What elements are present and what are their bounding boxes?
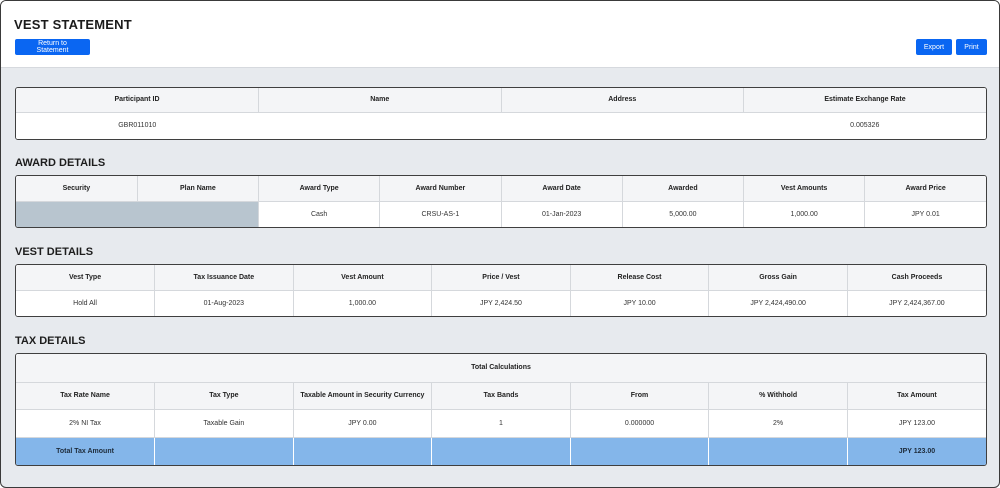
- cash-proceeds-cell: JPY 2,424,367.00: [847, 290, 986, 316]
- award-number-cell: CRSU-AS-1: [379, 201, 502, 227]
- column-header: Vest Amount: [293, 265, 433, 290]
- total-empty-cell: [293, 437, 433, 465]
- tax-details-card: Total Calculations Tax Rate Name Tax Typ…: [15, 353, 987, 466]
- print-button[interactable]: Print: [956, 39, 987, 55]
- column-header: Plan Name: [137, 176, 260, 201]
- table-row: GBR011010 0.005326: [16, 112, 986, 139]
- tax-type-cell: Taxable Gain: [154, 409, 294, 437]
- column-header: Award Date: [501, 176, 623, 201]
- total-empty-cell: [431, 437, 571, 465]
- column-header: Address: [501, 88, 744, 112]
- column-header: Security: [16, 176, 138, 201]
- column-header: Award Price: [864, 176, 986, 201]
- tax-details-table: Total Calculations Tax Rate Name Tax Typ…: [16, 354, 986, 465]
- column-header: Participant ID: [16, 88, 259, 112]
- vest-details-title: VEST DETAILS: [15, 246, 94, 258]
- tax-rate-name-cell: 2% NI Tax: [16, 409, 156, 437]
- column-header: Award Type: [258, 176, 381, 201]
- award-details-card: Security Plan Name Award Type Award Numb…: [15, 175, 987, 228]
- name-cell: [258, 112, 501, 139]
- vest-details-table: Vest Type Tax Issuance Date Vest Amount …: [16, 265, 986, 316]
- column-header: Awarded: [622, 176, 745, 201]
- tax-issuance-date-cell: 01-Aug-2023: [154, 290, 294, 316]
- award-price-cell: JPY 0.01: [864, 201, 986, 227]
- total-empty-cell: [570, 437, 710, 465]
- total-tax-row: Total Tax Amount JPY 123.00: [16, 437, 986, 465]
- awarded-cell: 5,000.00: [622, 201, 745, 227]
- column-header: Release Cost: [570, 265, 710, 290]
- taxable-amount-cell: JPY 0.00: [293, 409, 433, 437]
- security-cell: [16, 201, 259, 227]
- column-header: Tax Issuance Date: [154, 265, 294, 290]
- column-header: Vest Type: [16, 265, 156, 290]
- tax-amount-cell: JPY 123.00: [847, 409, 986, 437]
- withhold-cell: 2%: [708, 409, 848, 437]
- column-header: Name: [258, 88, 502, 112]
- table-row: 2% NI Tax Taxable Gain JPY 0.00 1 0.0000…: [16, 409, 986, 437]
- column-header: From: [570, 382, 710, 409]
- participant-id-cell: GBR011010: [16, 112, 259, 139]
- total-tax-label: Total Tax Amount: [16, 437, 156, 465]
- exchange-rate-cell: 0.005326: [743, 112, 986, 139]
- award-type-cell: Cash: [258, 201, 381, 227]
- column-header: Gross Gain: [708, 265, 848, 290]
- export-button[interactable]: Export: [916, 39, 952, 55]
- page-header: VEST STATEMENT Return to Statement Expor…: [1, 1, 999, 68]
- award-details-table: Security Plan Name Award Type Award Numb…: [16, 176, 986, 227]
- column-header: Tax Type: [154, 382, 294, 409]
- vest-amounts-cell: 1,000.00: [743, 201, 866, 227]
- column-header: Estimate Exchange Rate: [743, 88, 986, 112]
- column-header: Vest Amounts: [743, 176, 866, 201]
- column-header: Cash Proceeds: [847, 265, 986, 290]
- table-row: Hold All 01-Aug-2023 1,000.00 JPY 2,424.…: [16, 290, 986, 316]
- price-vest-cell: JPY 2,424.50: [431, 290, 571, 316]
- column-header: Award Number: [379, 176, 502, 201]
- return-to-statement-button[interactable]: Return to Statement: [15, 39, 90, 55]
- vest-statement-window: VEST STATEMENT Return to Statement Expor…: [0, 0, 1000, 488]
- total-calculations-caption: Total Calculations: [16, 354, 986, 382]
- vest-amount-cell: 1,000.00: [293, 290, 433, 316]
- column-header: Price / Vest: [431, 265, 571, 290]
- table-row: Cash CRSU-AS-1 01-Jan-2023 5,000.00 1,00…: [16, 201, 986, 227]
- vest-details-card: Vest Type Tax Issuance Date Vest Amount …: [15, 264, 987, 317]
- column-header: Tax Rate Name: [16, 382, 156, 409]
- award-date-cell: 01-Jan-2023: [501, 201, 623, 227]
- award-details-title: AWARD DETAILS: [15, 157, 106, 169]
- tax-bands-cell: 1: [431, 409, 571, 437]
- column-header: Tax Amount: [847, 382, 986, 409]
- participant-card: Participant ID Name Address Estimate Exc…: [15, 87, 987, 140]
- tax-details-title: TAX DETAILS: [15, 335, 86, 347]
- total-empty-cell: [708, 437, 848, 465]
- total-tax-amount: JPY 123.00: [847, 437, 986, 465]
- gross-gain-cell: JPY 2,424,490.00: [708, 290, 848, 316]
- page-title: VEST STATEMENT: [14, 17, 132, 32]
- column-header: % Withhold: [708, 382, 848, 409]
- total-empty-cell: [154, 437, 294, 465]
- column-header: Taxable Amount in Security Currency: [293, 382, 433, 409]
- vest-type-cell: Hold All: [16, 290, 156, 316]
- participant-table: Participant ID Name Address Estimate Exc…: [16, 88, 986, 139]
- column-header: Tax Bands: [431, 382, 571, 409]
- from-cell: 0.000000: [570, 409, 710, 437]
- release-cost-cell: JPY 10.00: [570, 290, 710, 316]
- address-cell: [501, 112, 744, 139]
